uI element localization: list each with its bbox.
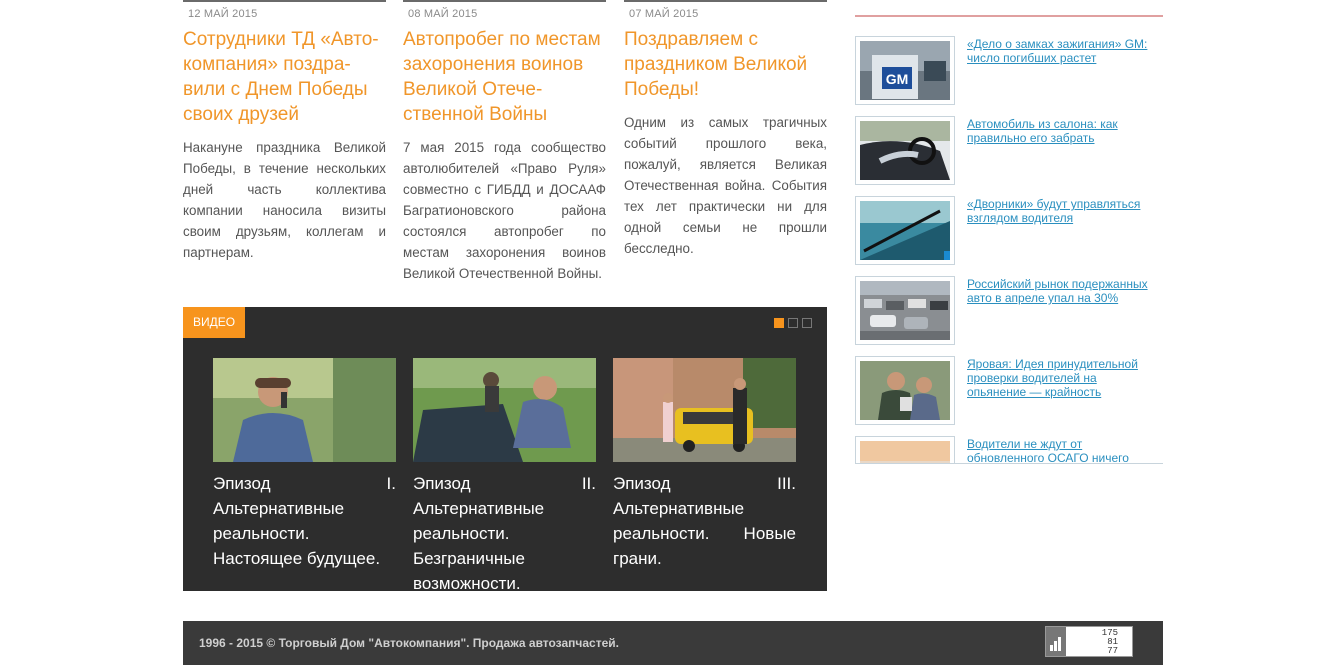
video-tab[interactable]: ВИДЕО	[183, 307, 245, 338]
video-thumbnail[interactable]	[213, 358, 396, 462]
video-episode-2[interactable]: Эпизод II. Альтернативные реальности. Бе…	[413, 358, 596, 596]
news-thumbnail[interactable]	[855, 356, 955, 425]
copyright-text: 1996 - 2015 © Торговый Дом "Автокомпания…	[199, 636, 619, 650]
news-excerpt: Одним из самых трагичных событий прошлог…	[624, 115, 827, 256]
news-image-edge	[183, 0, 386, 2]
list-item[interactable]: Российский рынок подержанных авто в апре…	[855, 276, 1163, 348]
sidebar-divider	[855, 463, 1163, 464]
news-excerpt: 7 мая 2015 года сообщество автолюбителей…	[403, 140, 606, 281]
gm-logo: GM	[886, 71, 909, 87]
news-thumbnail[interactable]	[855, 276, 955, 345]
list-item[interactable]: Водители не ждут от обновленного ОСАГО н…	[855, 436, 1163, 464]
sidebar-news-link[interactable]: «Дворники» будут управляться взглядом во…	[967, 197, 1159, 225]
news-card: 07 май 2015 Поздравляем с праздником Вел…	[624, 0, 827, 259]
news-card: 08 май 2015 Автопробег по ме­стам захоро…	[403, 0, 606, 284]
video-thumbnail[interactable]	[413, 358, 596, 462]
news-title-link[interactable]: Автопробег по ме­стам захоронения во­ино…	[403, 27, 606, 127]
footer: 1996 - 2015 © Торговый Дом "Автокомпания…	[183, 621, 1163, 665]
video-episode-3[interactable]: Эпизод III. Альтернативные реальности. Н…	[613, 358, 796, 571]
sidebar-divider	[855, 15, 1163, 17]
news-date: 07 май 2015	[629, 8, 699, 20]
video-section: ВИДЕО Эпизод I. Альтернативные реальност…	[183, 307, 827, 593]
news-date: 12 май 2015	[188, 8, 258, 20]
slider-dot-3[interactable]	[802, 318, 812, 328]
list-item[interactable]: «Дворники» будут управляться взглядом во…	[855, 196, 1163, 268]
news-image-edge	[403, 0, 606, 2]
news-thumbnail[interactable]	[855, 196, 955, 265]
content-area: 12 май 2015 Сотрудники ТД «Ав­то­ком­па­…	[183, 0, 1163, 665]
list-item[interactable]: Автомобиль из салона: как правильно его …	[855, 116, 1163, 188]
video-caption: Эпизод III. Альтернативные реальности. Н…	[613, 474, 796, 568]
counter-chart-icon	[1046, 627, 1066, 656]
sidebar-news-list[interactable]: GM «Дело о замках зажигания» GM: число п…	[855, 36, 1163, 464]
sidebar-news-link[interactable]: Водители не ждут от обновленного ОСАГО н…	[967, 437, 1159, 464]
sidebar-news-link[interactable]: «Дело о замках зажигания» GM: число поги…	[967, 37, 1159, 65]
news-thumbnail[interactable]: GM	[855, 36, 955, 105]
list-item[interactable]: Яровая: Идея принудительной проверки вод…	[855, 356, 1163, 428]
news-excerpt: Накануне праздника Великой Победы, в теч…	[183, 140, 386, 260]
news-card: 12 май 2015 Сотрудники ТД «Ав­то­ком­па­…	[183, 0, 386, 263]
news-thumbnail[interactable]	[855, 116, 955, 185]
news-image-edge	[624, 0, 827, 2]
slider-dot-2[interactable]	[788, 318, 798, 328]
news-thumbnail[interactable]	[855, 436, 955, 464]
list-item[interactable]: GM «Дело о замках зажигания» GM: число п…	[855, 36, 1163, 108]
video-thumbnail[interactable]	[613, 358, 796, 462]
video-episode-1[interactable]: Эпизод I. Альтернативные реальности. Нас…	[213, 358, 396, 571]
counter-visitors: 77	[1107, 646, 1118, 656]
news-date: 08 май 2015	[408, 8, 478, 20]
sidebar-news-link[interactable]: Автомобиль из салона: как правильно его …	[967, 117, 1159, 145]
sidebar-news-link[interactable]: Яровая: Идея принудительной проверки вод…	[967, 357, 1159, 399]
news-title-link[interactable]: Поздравляем с праздником Великой Победы!	[624, 27, 827, 102]
slider-dot-1[interactable]	[774, 318, 784, 328]
video-caption: Эпизод II. Альтернативные реальности. Бе…	[413, 474, 596, 593]
news-title-link[interactable]: Сотрудники ТД «Ав­то­ком­па­ния» поздра­…	[183, 27, 386, 127]
visitor-counter[interactable]: 175 81 77	[1045, 626, 1133, 657]
slider-pagination	[774, 318, 812, 328]
sidebar-news-link[interactable]: Российский рынок подержанных авто в апре…	[967, 277, 1159, 305]
video-caption: Эпизод I. Альтернативные реальности. Нас…	[213, 474, 396, 568]
